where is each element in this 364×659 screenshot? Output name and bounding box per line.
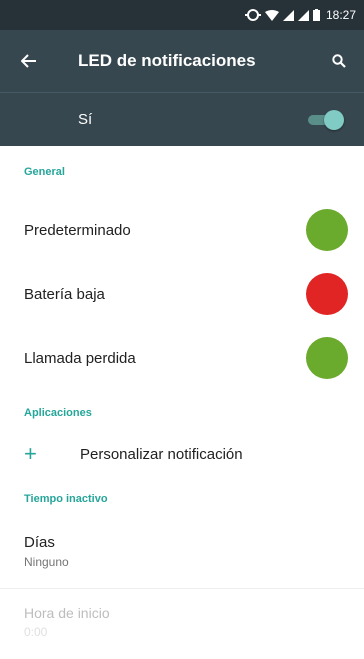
led-row-label: Predeterminado	[24, 221, 131, 239]
quiet-days-value: Ninguno	[24, 555, 69, 569]
led-row-low-battery[interactable]: Batería baja	[0, 262, 364, 326]
app-bar: LED de notificaciones	[0, 30, 364, 92]
search-button[interactable]	[314, 30, 364, 92]
quiet-days-row[interactable]: Días Ninguno	[0, 526, 364, 588]
battery-icon	[312, 9, 320, 21]
led-row-missed-call[interactable]: Llamada perdida	[0, 326, 364, 390]
add-custom-notification-label: Personalizar notificación	[80, 445, 243, 463]
color-indicator	[306, 337, 348, 379]
quiet-start-value: 0:00	[24, 625, 48, 639]
sync-icon	[244, 9, 261, 21]
master-switch-toggle[interactable]	[306, 109, 346, 131]
wifi-icon	[264, 9, 279, 21]
section-header-quiet: Tiempo inactivo	[24, 493, 108, 505]
led-row-default[interactable]: Predeterminado	[0, 198, 364, 262]
signal-2-icon	[297, 9, 309, 21]
plus-icon: +	[24, 441, 37, 466]
color-indicator	[306, 209, 348, 251]
status-time: 18:27	[325, 8, 356, 22]
toggle-thumb	[324, 109, 344, 130]
quiet-days-title: Días	[24, 534, 55, 551]
quiet-start-row[interactable]: Hora de inicio 0:00	[0, 589, 364, 659]
arrow-back-icon	[21, 54, 36, 68]
back-button[interactable]	[0, 30, 58, 92]
led-row-label: Llamada perdida	[24, 349, 136, 367]
master-switch-bar[interactable]: Sí	[0, 92, 364, 146]
status-icons	[244, 9, 320, 21]
led-row-label: Batería baja	[24, 285, 105, 303]
quiet-start-title: Hora de inicio	[24, 605, 110, 621]
status-bar: 18:27	[0, 0, 364, 30]
search-icon	[332, 54, 346, 68]
page-title: LED de notificaciones	[78, 51, 256, 70]
master-switch-label: Sí	[78, 111, 93, 128]
color-indicator	[306, 273, 348, 315]
signal-icon	[282, 9, 294, 21]
section-header-general: General	[24, 166, 65, 178]
add-custom-notification[interactable]: + Personalizar notificación	[0, 436, 364, 472]
section-header-apps: Aplicaciones	[24, 407, 92, 419]
